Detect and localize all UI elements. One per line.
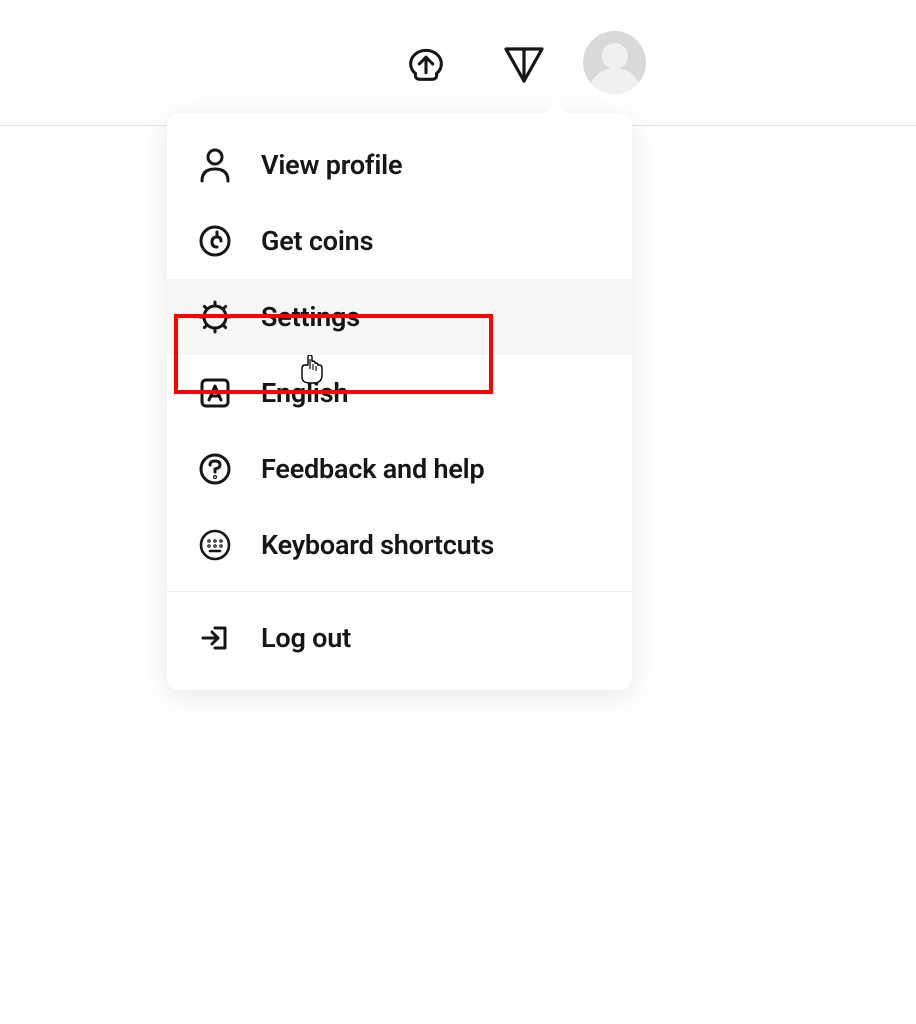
menu-item-keyboard[interactable]: Keyboard shortcuts [167, 507, 632, 583]
upload-icon [402, 42, 450, 84]
menu-item-logout[interactable]: Log out [167, 591, 632, 676]
person-icon [197, 147, 233, 183]
gear-icon [197, 299, 233, 335]
send-icon [500, 41, 548, 85]
upload-button[interactable] [402, 39, 450, 87]
menu-item-settings[interactable]: Settings [167, 279, 632, 355]
menu-item-get-coins[interactable]: Get coins [167, 203, 632, 279]
menu-item-label: View profile [261, 149, 402, 181]
send-button[interactable] [500, 39, 548, 87]
logout-icon [197, 620, 233, 656]
menu-item-label: Settings [261, 301, 360, 333]
avatar-body [588, 68, 642, 94]
menu-item-label: Keyboard shortcuts [261, 529, 494, 561]
profile-dropdown: View profile Get coins [167, 113, 632, 690]
avatar[interactable] [583, 31, 646, 94]
question-icon [197, 451, 233, 487]
language-icon [197, 375, 233, 411]
menu-item-label: Get coins [261, 225, 373, 257]
keyboard-icon [197, 527, 233, 563]
avatar-head [602, 43, 628, 69]
header [0, 0, 916, 126]
menu-item-language[interactable]: English [167, 355, 632, 431]
menu-item-feedback[interactable]: Feedback and help [167, 431, 632, 507]
coin-icon [197, 223, 233, 259]
menu-item-label: English [261, 377, 348, 409]
menu-list: View profile Get coins [167, 113, 632, 690]
menu-item-label: Log out [261, 622, 351, 654]
menu-item-view-profile[interactable]: View profile [167, 127, 632, 203]
menu-item-label: Feedback and help [261, 453, 484, 485]
